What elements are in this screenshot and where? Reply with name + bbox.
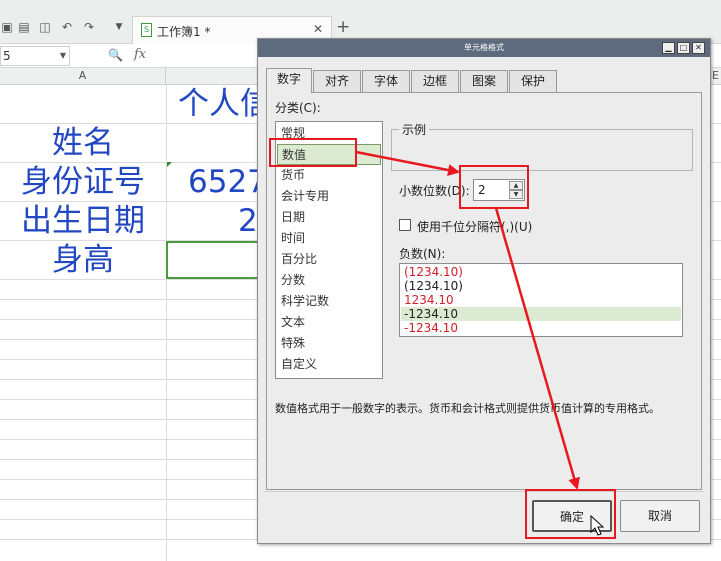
document-tab-title: 工作簿1 * bbox=[157, 25, 211, 39]
spreadsheet-doc-icon: S bbox=[141, 23, 152, 37]
name-box-value: 5 bbox=[3, 49, 11, 63]
mouse-cursor-icon bbox=[590, 515, 604, 536]
close-tab-icon[interactable]: ✕ bbox=[313, 22, 323, 36]
dialog-footer-divider bbox=[264, 491, 704, 492]
cell-label-birth-date[interactable]: 出生日期 bbox=[0, 202, 166, 240]
category-item[interactable]: 会计专用 bbox=[277, 186, 381, 207]
category-item[interactable]: 货币 bbox=[277, 165, 381, 186]
quick-access-dropdown-icon[interactable]: ▼ bbox=[112, 19, 126, 35]
tab-font[interactable]: 字体 bbox=[362, 70, 410, 92]
chevron-down-icon[interactable]: ▼ bbox=[60, 47, 66, 65]
decimal-places-stepper[interactable]: 2 ▲ ▼ bbox=[473, 179, 525, 201]
print-preview-icon[interactable]: ◫ bbox=[38, 19, 52, 35]
maximize-icon[interactable]: □ bbox=[677, 42, 690, 54]
cell-value-id-number[interactable]: 6527 bbox=[188, 163, 267, 201]
negative-option[interactable]: (1234.10) bbox=[401, 279, 681, 293]
category-item[interactable]: 文本 bbox=[277, 312, 381, 333]
name-box[interactable]: 5 ▼ bbox=[0, 46, 70, 66]
format-cells-dialog: 单元格格式 ▁ □ ✕ 数字 对齐 字体 边框 图案 保护 分类(C): 常规 … bbox=[257, 38, 711, 544]
column-header-a[interactable]: A bbox=[0, 68, 166, 85]
negative-option[interactable]: -1234.10 bbox=[401, 321, 681, 335]
active-cell[interactable] bbox=[166, 241, 266, 279]
thousands-separator-label[interactable]: 使用千位分隔符(,)(U) bbox=[417, 218, 532, 235]
dialog-title: 单元格格式 bbox=[464, 43, 504, 52]
new-tab-icon[interactable]: + bbox=[336, 19, 350, 36]
zoom-icon[interactable]: 🔍 bbox=[108, 48, 123, 62]
pdf-icon[interactable]: ▣ bbox=[0, 19, 14, 35]
cell-value-birth-date[interactable]: 2 bbox=[238, 202, 258, 240]
category-item[interactable]: 时间 bbox=[277, 228, 381, 249]
category-list[interactable]: 常规 数值 货币 会计专用 日期 时间 百分比 分数 科学记数 文本 特殊 自定… bbox=[275, 121, 383, 379]
cell-label-name[interactable]: 姓名 bbox=[0, 124, 166, 162]
category-item[interactable]: 特殊 bbox=[277, 333, 381, 354]
undo-icon[interactable]: ↶ bbox=[60, 19, 74, 35]
stepper-up-icon[interactable]: ▲ bbox=[509, 181, 523, 190]
cell-label-id-number[interactable]: 身份证号 bbox=[0, 163, 166, 201]
tab-number[interactable]: 数字 bbox=[266, 68, 312, 93]
tab-protection[interactable]: 保护 bbox=[509, 70, 557, 92]
negative-option[interactable]: (1234.10) bbox=[401, 265, 681, 279]
decimal-places-value: 2 bbox=[478, 183, 486, 197]
category-item[interactable]: 日期 bbox=[277, 207, 381, 228]
category-item-selected[interactable]: 数值 bbox=[277, 144, 381, 165]
error-indicator-icon bbox=[167, 162, 172, 167]
tab-alignment[interactable]: 对齐 bbox=[313, 70, 361, 92]
cell-label-height[interactable]: 身高 bbox=[0, 241, 166, 279]
negative-option[interactable]: 1234.10 bbox=[401, 293, 681, 307]
fx-button[interactable]: fx bbox=[134, 47, 146, 62]
sample-groupbox bbox=[391, 129, 693, 171]
tab-pattern[interactable]: 图案 bbox=[460, 70, 508, 92]
thousands-separator-checkbox[interactable] bbox=[399, 219, 411, 231]
category-item[interactable]: 百分比 bbox=[277, 249, 381, 270]
stepper-down-icon[interactable]: ▼ bbox=[509, 190, 523, 199]
tab-border[interactable]: 边框 bbox=[411, 70, 459, 92]
print-icon[interactable]: ▤ bbox=[17, 19, 31, 35]
category-label: 分类(C): bbox=[275, 101, 321, 115]
minimize-icon[interactable]: ▁ bbox=[662, 42, 675, 54]
sample-label: 示例 bbox=[399, 121, 430, 138]
cancel-button[interactable]: 取消 bbox=[620, 500, 700, 532]
category-item[interactable]: 分数 bbox=[277, 270, 381, 291]
category-item[interactable]: 科学记数 bbox=[277, 291, 381, 312]
number-tab-panel: 分类(C): 常规 数值 货币 会计专用 日期 时间 百分比 分数 科学记数 文… bbox=[266, 92, 702, 490]
negative-numbers-label: 负数(N): bbox=[399, 247, 446, 261]
category-item[interactable]: 常规 bbox=[277, 123, 381, 144]
negative-option-selected[interactable]: -1234.10 bbox=[401, 307, 681, 321]
category-item[interactable]: 自定义 bbox=[277, 354, 381, 375]
close-icon[interactable]: ✕ bbox=[692, 42, 705, 54]
decimal-places-label: 小数位数(D): bbox=[399, 184, 470, 198]
negative-numbers-list[interactable]: (1234.10) (1234.10) 1234.10 -1234.10 -12… bbox=[399, 263, 683, 337]
dialog-titlebar[interactable]: 单元格格式 ▁ □ ✕ bbox=[258, 39, 710, 57]
redo-icon[interactable]: ↷ bbox=[82, 19, 96, 35]
format-description: 数值格式用于一般数字的表示。货币和会计格式则提供货币值计算的专用格式。 bbox=[275, 402, 660, 415]
